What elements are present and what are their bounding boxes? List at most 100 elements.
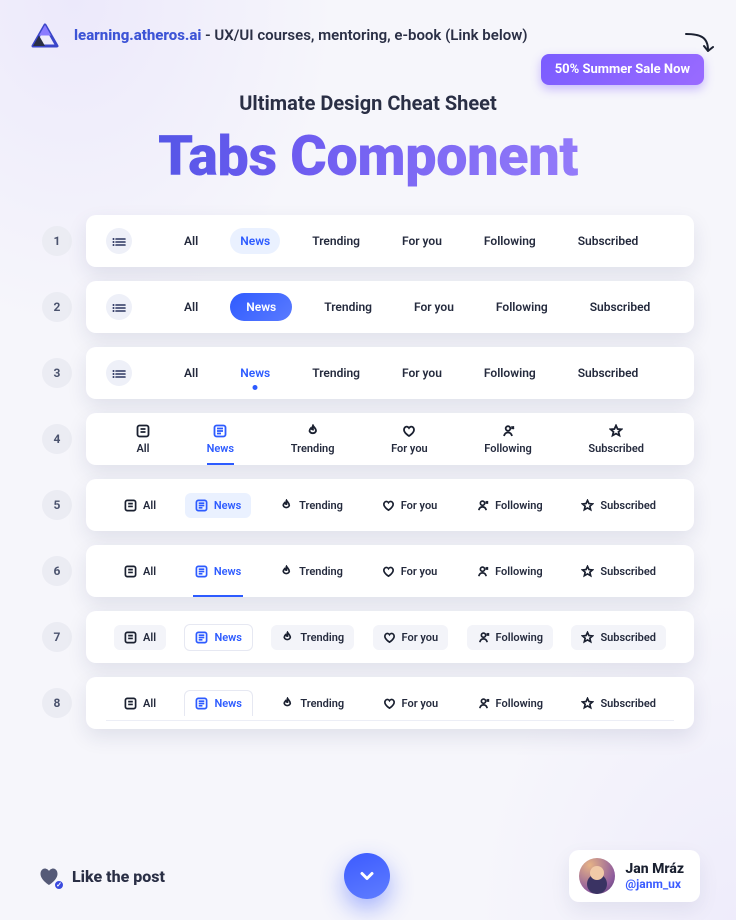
tab-all[interactable]: All [114,691,166,716]
brand-logo [30,20,60,50]
tab-subscribed[interactable]: Subscribed [571,493,666,518]
tab-baseline [106,720,674,721]
author-card[interactable]: Jan Mráz @janm_ux [569,850,700,902]
user-icon [477,697,490,710]
tab-trending[interactable]: Trending [270,559,353,584]
tab-trending[interactable]: Trending [302,228,370,254]
scroll-down-button[interactable] [344,853,390,899]
tab-all[interactable]: All [114,559,166,584]
tab-all[interactable]: All [136,424,150,455]
tab-news[interactable]: News [185,493,251,518]
example-number: 2 [42,292,72,322]
list-icon[interactable] [106,228,132,254]
like-post[interactable]: ✓ Like the post [36,863,165,889]
star-icon [581,697,594,710]
fire-icon [281,697,294,710]
tab-label: Subscribed [600,499,656,512]
tab-following[interactable]: Following [474,228,546,254]
tab-label: Following [495,499,542,512]
tab-for-you[interactable]: For you [372,559,448,584]
tab-all[interactable]: All [174,294,208,320]
tab-following[interactable]: Following [486,294,558,320]
tab-label: News [214,631,241,644]
tab-for-you[interactable]: For you [392,228,452,254]
tab-news[interactable]: News [184,624,252,651]
tab-subscribed[interactable]: Subscribed [571,691,666,716]
tab-news[interactable]: News [207,424,234,455]
tab-label: Following [495,565,542,578]
tab-label: Subscribed [600,697,656,710]
tab-trending[interactable]: Trending [291,424,335,455]
news-icon [195,565,208,578]
all-icon [124,499,137,512]
tab-label: Following [484,442,531,455]
user-icon [476,499,489,512]
tab-label: Trending [291,442,335,455]
tab-label: News [207,442,234,455]
tab-all[interactable]: All [114,493,166,518]
tab-label: News [214,499,241,512]
heart-icon: ✓ [36,863,62,889]
tab-for-you[interactable]: For you [373,625,449,650]
tab-trending[interactable]: Trending [271,625,354,650]
example-number: 4 [42,424,72,454]
author-name: Jan Mráz [625,861,684,877]
tab-news[interactable]: News [184,690,252,716]
tab-subscribed[interactable]: Subscribed [571,625,666,650]
fire-icon [306,424,320,438]
tab-label: Trending [299,499,343,512]
heart-icon [402,424,416,438]
fire-icon [280,565,293,578]
tab-trending[interactable]: Trending [271,691,354,716]
sale-badge[interactable]: 50% Summer Sale Now [541,54,704,85]
tab-subscribed[interactable]: Subscribed [580,294,661,320]
tab-all[interactable]: All [174,360,208,386]
tab-trending[interactable]: Trending [302,360,370,386]
tab-subscribed[interactable]: Subscribed [571,559,666,584]
tab-all[interactable]: All [114,625,166,650]
tab-label: Trending [300,697,344,710]
user-icon [476,565,489,578]
example-number: 3 [42,358,72,388]
tab-for-you[interactable]: For you [391,424,428,455]
tab-for-you[interactable]: For you [404,294,464,320]
tab-following[interactable]: Following [466,493,552,518]
all-icon [124,631,137,644]
tabs-example-8: All News Trending For you Following Subscribe… [86,677,694,729]
tab-for-you[interactable]: For you [372,493,448,518]
avatar [579,858,615,894]
tab-trending[interactable]: Trending [270,493,353,518]
star-icon [581,631,594,644]
tab-following[interactable]: Following [474,360,546,386]
tab-trending[interactable]: Trending [314,294,382,320]
tab-label: Subscribed [600,565,656,578]
user-icon [501,424,515,438]
list-icon[interactable] [106,360,132,386]
tab-label: For you [391,442,428,455]
tab-label: Trending [300,631,344,644]
tab-subscribed[interactable]: Subscribed [568,360,649,386]
list-icon[interactable] [106,294,132,320]
tab-for-you[interactable]: For you [373,691,449,716]
tab-news[interactable]: News [185,559,251,584]
tab-news[interactable]: News [230,228,280,254]
example-number: 7 [42,622,72,652]
example-number: 8 [42,688,72,718]
site-link[interactable]: learning.atheros.ai [74,26,201,44]
tab-subscribed[interactable]: Subscribed [588,424,644,455]
tab-for-you[interactable]: For you [392,360,452,386]
heart-icon [383,697,396,710]
tab-following[interactable]: Following [467,691,553,716]
all-icon [124,565,137,578]
tab-all[interactable]: All [174,228,208,254]
tab-news[interactable]: News [230,360,280,386]
tab-following[interactable]: Following [467,625,553,650]
example-number: 1 [42,226,72,256]
tab-news[interactable]: News [230,293,292,321]
news-icon [195,631,208,644]
tab-label: For you [401,565,438,578]
tab-subscribed[interactable]: Subscribed [568,228,649,254]
tab-following[interactable]: Following [484,424,531,455]
tab-following[interactable]: Following [466,559,552,584]
tab-label: All [143,697,156,710]
